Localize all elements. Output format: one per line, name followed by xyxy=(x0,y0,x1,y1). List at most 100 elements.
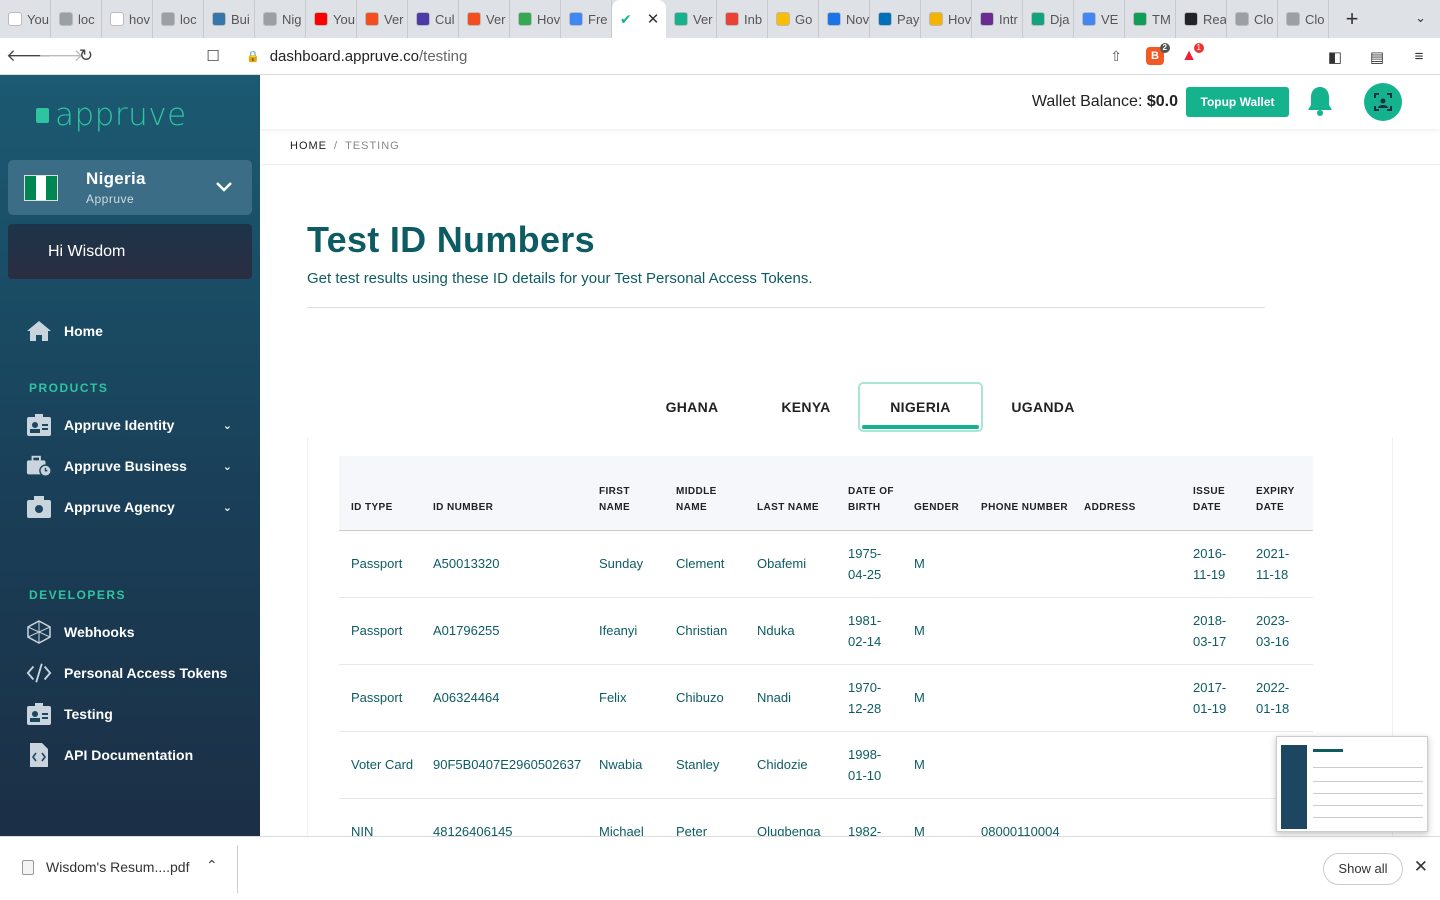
browser-tab[interactable]: VE xyxy=(1074,0,1125,38)
browser-tab[interactable]: TM xyxy=(1125,0,1176,38)
forward-icon[interactable]: 🡒 xyxy=(38,46,84,66)
sidebar-item-personal-access-tokens[interactable]: Personal Access Tokens xyxy=(26,661,246,685)
divider xyxy=(260,164,1440,165)
screenshot-thumbnail[interactable] xyxy=(1276,736,1428,832)
browser-toolbar: 🡐 🡒 ↻ ☐ 🔒 dashboard.appruve.co/testing ⇧… xyxy=(0,38,1440,75)
chevron-down-icon[interactable] xyxy=(216,176,232,197)
thumbnail-title xyxy=(1313,749,1343,752)
browser-tab[interactable]: Ver xyxy=(666,0,717,38)
browser-tab[interactable]: You xyxy=(0,0,51,38)
test-id-table: ID TYPE ID NUMBER FIRST NAME MIDDLE NAME… xyxy=(339,456,1313,866)
sidebar-item-home[interactable]: Home xyxy=(26,319,246,343)
browser-tab[interactable]: Intr xyxy=(972,0,1023,38)
table-cell: Chibuzo xyxy=(664,664,745,732)
wallet-value: $0.0 xyxy=(1146,93,1178,110)
browser-tab-label: Bui xyxy=(231,11,250,27)
agency-icon xyxy=(26,495,52,519)
col-issue-date: ISSUE DATE xyxy=(1181,456,1244,531)
close-tab-icon[interactable]: ✕ xyxy=(647,10,660,28)
sidebar-item-label: Appruve Agency xyxy=(64,499,175,515)
col-first-name: FIRST NAME xyxy=(587,456,664,531)
brave-rewards-icon[interactable]: ▲ 1 xyxy=(1180,43,1204,65)
browser-tab[interactable]: Dja xyxy=(1023,0,1074,38)
browser-tab[interactable]: Cul xyxy=(408,0,459,38)
table-cell: 1981- 02-14 xyxy=(836,597,902,665)
bookmark-icon[interactable]: ☐ xyxy=(198,47,228,65)
col-address: ADDRESS xyxy=(1072,456,1181,531)
thumbnail-line xyxy=(1313,805,1423,806)
browser-tab[interactable]: Nov xyxy=(819,0,870,38)
sidebar-item-webhooks[interactable]: Webhooks xyxy=(26,620,246,644)
browser-tab-active[interactable]: ✔ ✕ xyxy=(612,0,666,38)
sidebar-item-testing[interactable]: Testing xyxy=(26,702,246,726)
browser-tab[interactable]: hov xyxy=(102,0,153,38)
browser-tab[interactable]: Clo xyxy=(1227,0,1278,38)
browser-tab-label: Hov xyxy=(948,11,972,27)
browser-tab[interactable]: Pay xyxy=(870,0,921,38)
sheets-icon xyxy=(1133,12,1147,26)
bell-icon[interactable] xyxy=(1306,85,1334,117)
table-cell: 1970- 12-28 xyxy=(836,664,902,732)
sidebar-item-appruve-identity[interactable]: Appruve Identity ⌄ xyxy=(26,413,246,437)
tab-ghana[interactable]: GHANA xyxy=(630,382,754,432)
avatar[interactable] xyxy=(1364,83,1402,121)
browser-tab[interactable]: Ver xyxy=(459,0,510,38)
back-icon[interactable]: 🡐 xyxy=(6,46,52,66)
breadcrumb-home[interactable]: HOME xyxy=(290,140,327,152)
browser-tab[interactable]: loc xyxy=(153,0,204,38)
browser-tab[interactable]: Hov xyxy=(921,0,972,38)
reload-icon[interactable]: ↻ xyxy=(70,46,102,66)
country-selector[interactable]: Nigeria Appruve xyxy=(8,160,252,215)
browser-tab[interactable]: Rea xyxy=(1176,0,1227,38)
browser-tab[interactable]: Go xyxy=(768,0,819,38)
table-row: Voter Card 90F5B0407E2960502637 Nwabia Stan… xyxy=(339,731,1313,799)
close-icon[interactable]: ✕ xyxy=(1414,857,1428,877)
topup-wallet-button[interactable]: Topup Wallet xyxy=(1186,87,1289,117)
menu-icon[interactable]: ≡ xyxy=(1398,48,1440,65)
browser-tab[interactable]: You xyxy=(306,0,357,38)
browser-tab-strip: You loc hov loc Bui Nig You Ver Cul Ver Hov Fre ✔ ✕ Ve… xyxy=(0,0,1440,38)
app-icon xyxy=(674,12,688,26)
tab-kenya[interactable]: KENYA xyxy=(754,382,858,432)
chevron-down-icon: ⌄ xyxy=(222,501,232,514)
browser-tab-label: Ver xyxy=(486,11,506,27)
browser-tab[interactable]: Hov xyxy=(510,0,561,38)
sidebar-item-appruve-agency[interactable]: Appruve Agency ⌄ xyxy=(26,495,246,519)
show-all-button[interactable]: Show all xyxy=(1323,853,1403,885)
products-heading: PRODUCTS xyxy=(29,381,109,395)
new-tab-icon[interactable]: + xyxy=(1337,6,1367,32)
table-cell xyxy=(969,530,1072,598)
table-cell: 2023- 03-16 xyxy=(1244,597,1313,665)
browser-tab[interactable]: Ver xyxy=(357,0,408,38)
browser-tab[interactable]: Fre xyxy=(561,0,612,38)
download-item[interactable]: Wisdom's Resum....pdf xyxy=(22,859,190,875)
tab-nigeria[interactable]: NIGERIA xyxy=(858,382,983,432)
table-cell: Stanley xyxy=(664,731,745,799)
sidebar-item-appruve-business[interactable]: Appruve Business ⌄ xyxy=(26,454,246,478)
app-icon xyxy=(980,12,994,26)
chevron-up-icon[interactable]: ⌃ xyxy=(206,857,218,874)
top-header: Wallet Balance: $0.0 Topup Wallet xyxy=(260,75,1440,129)
browser-tab[interactable]: Nig xyxy=(255,0,306,38)
app-icon xyxy=(416,12,430,26)
tab-search-icon[interactable]: ⌄ xyxy=(1415,10,1426,26)
brave-shield-icon[interactable]: B2 xyxy=(1146,43,1170,65)
sidebar-item-api-documentation[interactable]: API Documentation xyxy=(26,743,246,767)
logo-wordmark: appruve xyxy=(55,97,187,133)
sidebar-toggle-icon[interactable]: ◧ xyxy=(1314,48,1356,66)
address-bar[interactable]: 🔒 dashboard.appruve.co/testing ⇧ B2 ▲ 1 xyxy=(234,41,1206,71)
app-icon xyxy=(827,12,841,26)
appruve-logo[interactable]: appruve xyxy=(36,97,187,133)
share-icon[interactable]: ⇧ xyxy=(1110,48,1122,65)
wallet-extension-icon[interactable]: ▤ xyxy=(1356,48,1398,66)
thumbnail-sidebar xyxy=(1281,745,1307,829)
browser-tab-label: hov xyxy=(129,11,150,27)
tab-uganda[interactable]: UGANDA xyxy=(983,382,1103,432)
browser-tab[interactable]: Inb xyxy=(717,0,768,38)
page-subtitle: Get test results using these ID details … xyxy=(307,270,813,287)
browser-tab[interactable]: loc xyxy=(51,0,102,38)
paypal-icon xyxy=(878,12,892,26)
thumbnail-line xyxy=(1313,793,1423,794)
browser-tab[interactable]: Bui xyxy=(204,0,255,38)
browser-tab[interactable]: Clo xyxy=(1278,0,1329,38)
